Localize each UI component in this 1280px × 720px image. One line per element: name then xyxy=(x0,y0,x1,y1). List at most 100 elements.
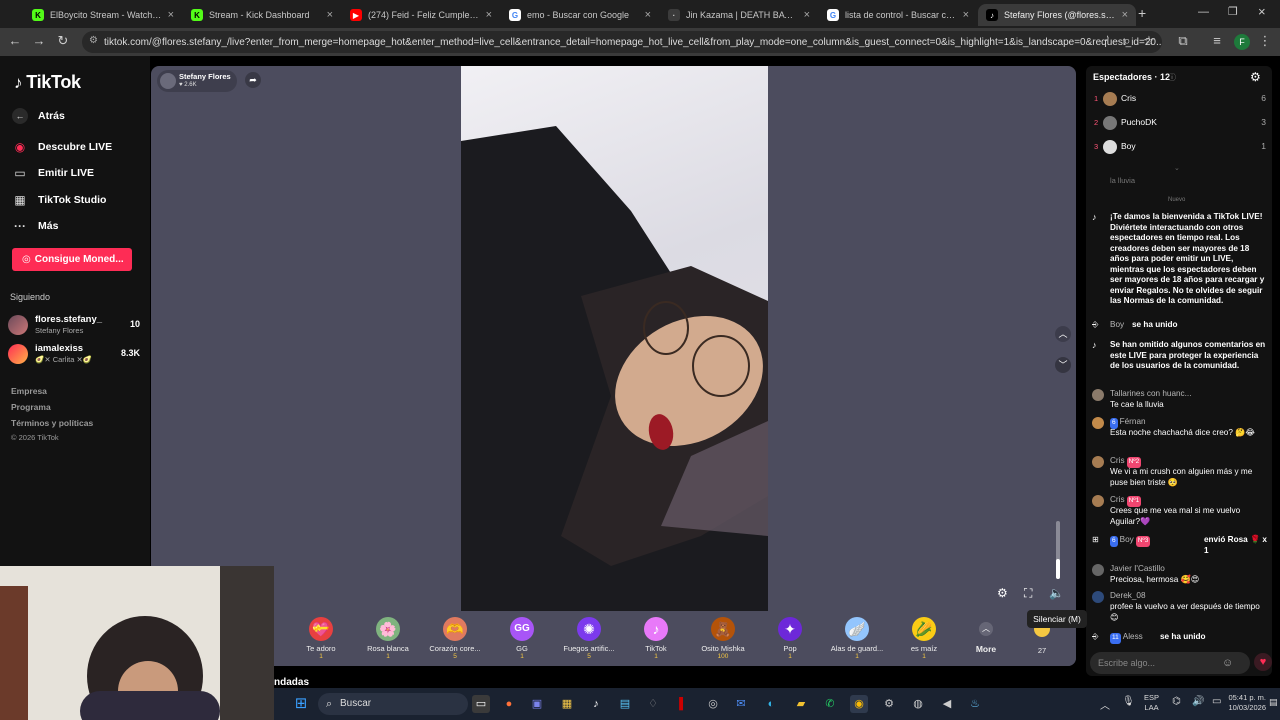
obs-icon[interactable]: ◎ xyxy=(704,695,722,713)
browser-tab[interactable]: K ElBoycito Stream - Watch Live o × xyxy=(24,4,182,26)
forward-arrow-icon[interactable]: → xyxy=(30,33,48,48)
chat-avatar[interactable] xyxy=(1092,417,1104,429)
sidebar-toggle-icon[interactable]: ≡ xyxy=(1208,33,1226,48)
chat-user[interactable]: Derek_08 xyxy=(1110,591,1146,602)
browser-menu-icon[interactable]: ⋮ xyxy=(1256,33,1274,49)
firefox-icon[interactable]: ● xyxy=(500,695,518,713)
following-item[interactable]: flores.stefany_ Stefany Flores 10 xyxy=(8,312,144,338)
footer-link[interactable]: Empresa xyxy=(11,386,47,396)
app-icon[interactable]: ◍ xyxy=(909,695,927,713)
whatsapp-icon[interactable]: ✆ xyxy=(821,695,839,713)
nav-tiktok-studio[interactable]: ▦ TikTok Studio xyxy=(12,193,106,207)
chat-user[interactable]: Boy xyxy=(1110,320,1124,331)
chat-user[interactable]: Javier I'Castillo xyxy=(1110,564,1165,575)
chat-input[interactable]: Escribe algo... ☺ xyxy=(1090,652,1250,674)
profile-avatar[interactable]: F xyxy=(1234,34,1250,50)
following-item[interactable]: iamalexiss 🥑✕ Carlita ✕🥑 8.3K xyxy=(8,341,144,367)
zoom-icon[interactable]: ⌕ xyxy=(1118,33,1136,49)
tiktok-logo[interactable]: ♪ TikTok xyxy=(14,72,81,93)
chat-settings-icon[interactable]: ⚙ xyxy=(1250,70,1261,84)
address-bar[interactable]: ⚙ tiktok.com/@flores.stefany_/live?enter… xyxy=(82,31,1162,53)
maximize-icon[interactable]: ❐ xyxy=(1228,5,1238,18)
footer-link[interactable]: Programa xyxy=(11,402,51,412)
browser-tab[interactable]: ▶ (274) Feid - Feliz Cumpleaños F × xyxy=(342,4,500,26)
tiktok-extension-icon[interactable]: ♪ xyxy=(1098,33,1116,44)
battery-icon[interactable]: ▭ xyxy=(1212,696,1221,707)
chat-avatar[interactable] xyxy=(1092,456,1104,468)
next-live-icon[interactable]: ﹀ xyxy=(1055,357,1071,373)
reload-icon[interactable]: ↻ xyxy=(54,33,72,49)
extensions-icon[interactable]: ⧉ xyxy=(1174,33,1192,49)
previous-live-icon[interactable]: ︿ xyxy=(1055,326,1071,342)
get-coins-button[interactable]: ◎ Consigue Moned... xyxy=(12,248,132,271)
footer-link[interactable]: Términos y políticas xyxy=(11,418,93,428)
gift-item[interactable]: ✺ Fuegos artific... 5 xyxy=(558,617,620,660)
site-settings-icon[interactable]: ⚙ xyxy=(89,35,98,46)
close-tab-icon[interactable]: × xyxy=(645,9,651,21)
photos-icon[interactable]: ▤ xyxy=(616,695,634,713)
chat-user[interactable]: Cris xyxy=(1110,495,1125,504)
notification-icon[interactable]: ▤ xyxy=(1269,697,1278,708)
mail-icon[interactable]: ✉ xyxy=(732,695,750,713)
gift-item[interactable]: 🫶 Corazón core... 5 xyxy=(424,617,486,660)
browser-tab[interactable]: G lista de control - Buscar con Go × xyxy=(819,4,977,26)
minimize-icon[interactable]: — xyxy=(1198,6,1209,18)
gift-item[interactable]: 🪽 Alas de guard... 1 xyxy=(826,617,888,660)
more-gifts-button[interactable]: ︿ More xyxy=(960,617,1012,654)
language-indicator[interactable]: ESP LAA xyxy=(1144,693,1159,713)
chat-avatar[interactable] xyxy=(1092,591,1104,603)
info-icon[interactable]: ⓘ xyxy=(1168,72,1176,83)
speaker-icon[interactable]: 🔈 xyxy=(1049,586,1064,600)
steam-icon[interactable]: ♨ xyxy=(966,695,984,713)
emoji-icon[interactable]: ☺ xyxy=(1222,652,1233,674)
chat-avatar[interactable] xyxy=(1092,389,1104,401)
chat-avatar[interactable] xyxy=(1092,564,1104,576)
tray-chevron-icon[interactable]: ︿ xyxy=(1100,697,1110,712)
gift-item[interactable]: 🌸 Rosa blanca 1 xyxy=(357,617,419,660)
browser-tab-active[interactable]: ♪ Stefany Flores (@flores.stef × xyxy=(978,4,1136,26)
chat-user[interactable]: Férnan xyxy=(1120,417,1146,426)
gift-item[interactable]: ♪ TikTok 1 xyxy=(625,617,687,660)
store-icon[interactable]: ▦ xyxy=(558,695,576,713)
folder-icon[interactable]: ▰ xyxy=(792,695,810,713)
taskbar-search[interactable]: ⌕ Buscar xyxy=(318,693,468,715)
chrome-icon[interactable]: ◉ xyxy=(850,695,868,713)
gift-item[interactable]: 🌽 es maíz 1 xyxy=(893,617,955,660)
browser-tab[interactable]: K Stream - Kick Dashboard × xyxy=(183,4,341,26)
bookmark-star-icon[interactable]: ☆ xyxy=(1140,33,1158,49)
app-icon[interactable]: ◀ xyxy=(938,695,956,713)
app-icon[interactable]: ♢ xyxy=(644,695,662,713)
chat-user[interactable]: Tallarines con huanc... xyxy=(1110,389,1191,400)
settings-gear-icon[interactable]: ⚙ xyxy=(997,586,1008,600)
edge-icon[interactable]: ◐ xyxy=(762,695,780,713)
gift-item[interactable]: GG GG 1 xyxy=(491,617,553,660)
share-icon[interactable]: ➦ xyxy=(245,72,261,88)
chat-user[interactable]: Cris xyxy=(1110,456,1125,465)
gift-item[interactable]: ✦ Pop 1 xyxy=(759,617,821,660)
new-tab-button[interactable]: + xyxy=(1138,5,1146,21)
nav-discover-live[interactable]: ◉ Descubre LIVE xyxy=(12,140,112,154)
network-icon[interactable]: ⌬ xyxy=(1172,696,1181,707)
nav-more[interactable]: ··· Más xyxy=(12,219,58,233)
browser-tab[interactable]: · Jin Kazama | DEATH BATTLE! W × xyxy=(660,4,818,26)
live-video[interactable] xyxy=(461,66,768,611)
host-chip[interactable]: Stefany Flores ♥ 2.6K xyxy=(157,70,237,92)
browser-tab[interactable]: G emo - Buscar con Google × xyxy=(501,4,659,26)
close-tab-icon[interactable]: × xyxy=(327,9,333,21)
task-view-icon[interactable]: ▭ xyxy=(472,695,490,713)
nav-go-live[interactable]: ▭ Emitir LIVE xyxy=(12,166,94,180)
viewer-row[interactable]: 1 Cris 6 xyxy=(1094,90,1266,108)
close-tab-icon[interactable]: × xyxy=(486,9,492,21)
gift-item[interactable]: 💝 Te adoro 1 xyxy=(290,617,352,660)
viewer-row[interactable]: 3 Boy 1 xyxy=(1094,138,1266,156)
close-tab-icon[interactable]: × xyxy=(1122,9,1128,21)
like-heart-icon[interactable]: ♥ xyxy=(1254,653,1272,671)
windows-start-icon[interactable]: ⊞ xyxy=(292,695,310,713)
close-tab-icon[interactable]: × xyxy=(963,9,969,21)
clock[interactable]: 05:41 p. m. 10/03/2026 xyxy=(1226,693,1266,713)
app-icon[interactable]: ⚙ xyxy=(880,695,898,713)
collapse-chevron-icon[interactable]: ⌄ xyxy=(1174,164,1180,172)
gift-item[interactable]: 🧸 Osito Mishka 100 xyxy=(692,617,754,660)
app-icon[interactable]: ▌ xyxy=(674,695,692,713)
back-link[interactable]: ← Atrás xyxy=(12,108,65,124)
